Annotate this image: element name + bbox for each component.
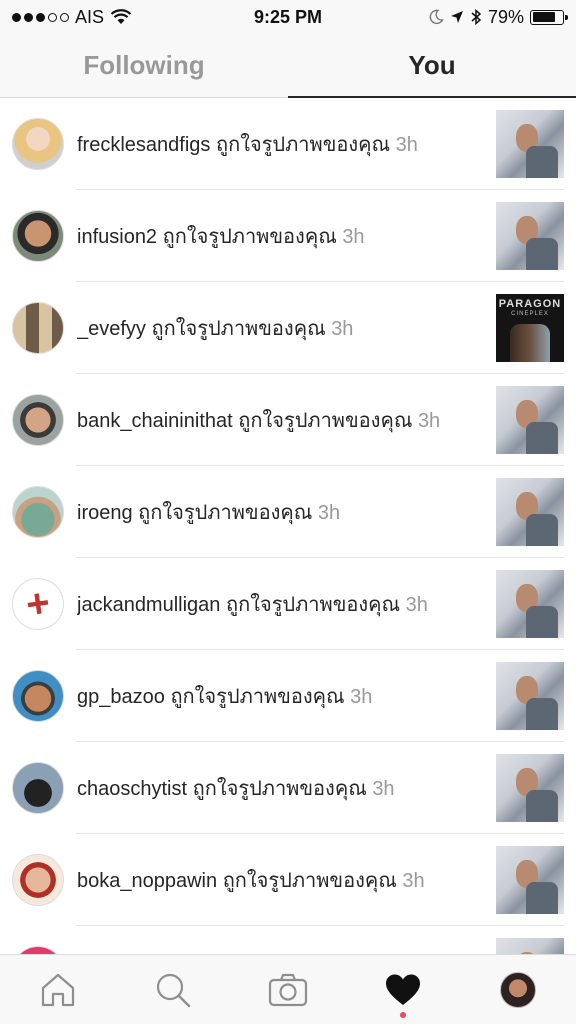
battery-icon <box>530 9 568 25</box>
action-text: ถูกใจรูปภาพของคุณ <box>222 870 397 892</box>
user-avatar[interactable] <box>12 762 64 814</box>
home-icon <box>41 973 74 1006</box>
notification-text: _evefyy ถูกใจรูปภาพของคุณ 3h <box>77 312 496 344</box>
notification-text: bank_chaininithat ถูกใจรูปภาพของคุณ 3h <box>77 404 496 436</box>
activity-indicator-dot <box>400 1011 407 1018</box>
timestamp: 3h <box>395 134 418 156</box>
timestamp: 3h <box>317 502 341 524</box>
action-text: ถูกใจรูปภาพของคุณ <box>151 318 326 340</box>
notification-text: jackandmulligan ถูกใจรูปภาพของคุณ 3h <box>77 588 496 620</box>
notification-row[interactable]: chaoschytist ถูกใจรูปภาพของคุณ 3h <box>0 742 576 834</box>
carrier-name: AIS <box>75 6 105 27</box>
timestamp: 3h <box>342 226 365 248</box>
timestamp: 3h <box>402 870 425 892</box>
bottom-nav <box>0 954 576 1024</box>
username-link[interactable]: iroeng <box>77 502 133 524</box>
tab-you[interactable]: You <box>288 34 576 98</box>
post-thumbnail[interactable] <box>496 754 564 822</box>
search-icon <box>156 973 190 1007</box>
post-thumbnail[interactable] <box>496 938 564 954</box>
plus-logo-icon: + <box>23 580 53 628</box>
timestamp: 3h <box>405 594 428 616</box>
user-avatar[interactable]: + <box>12 578 64 630</box>
notification-text: iroeng ถูกใจรูปภาพของคุณ 3h <box>77 496 496 528</box>
username-link[interactable]: infusion2 <box>77 226 157 248</box>
username-link[interactable]: bank_chaininithat <box>77 410 233 432</box>
notification-text: infusion2 ถูกใจรูปภาพของคุณ 3h <box>77 220 496 252</box>
post-thumbnail[interactable] <box>496 478 564 546</box>
username-link[interactable]: chaoschytist <box>77 778 187 800</box>
notification-row[interactable]: bank_chaininithat ถูกใจรูปภาพของคุณ 3h <box>0 374 576 466</box>
user-avatar[interactable] <box>12 394 64 446</box>
action-text: ถูกใจรูปภาพของคุณ <box>170 686 345 708</box>
timestamp: 3h <box>417 410 441 432</box>
user-avatar[interactable] <box>12 486 64 538</box>
action-text: ถูกใจรูปภาพของคุณ <box>192 778 367 800</box>
user-avatar[interactable] <box>12 854 64 906</box>
action-text: ถูกใจรูปภาพของคุณ <box>225 594 401 616</box>
user-avatar[interactable] <box>12 302 64 354</box>
thumbnail-sign-title: PARAGON <box>498 298 562 310</box>
notification-row[interactable]: _evefyy ถูกใจรูปภาพของคุณ 3h PARAGON CIN… <box>0 282 576 374</box>
user-avatar[interactable] <box>12 210 64 262</box>
user-avatar[interactable] <box>12 670 64 722</box>
thumbnail-sign-subtitle: CINEPLEX <box>511 311 549 317</box>
heart-icon <box>386 974 421 1005</box>
notification-row[interactable]: iroeng ถูกใจรูปภาพของคุณ 3h <box>0 466 576 558</box>
battery-percentage: 79% <box>487 6 524 27</box>
notification-text: boka_noppawin ถูกใจรูปภาพของคุณ 3h <box>77 864 496 896</box>
post-thumbnail[interactable] <box>496 662 564 730</box>
status-left: AIS <box>12 7 132 28</box>
notification-text: frecklesandfigs ถูกใจรูปภาพของคุณ 3h <box>77 128 496 160</box>
nav-search[interactable] <box>143 960 203 1020</box>
nav-activity[interactable] <box>373 960 433 1020</box>
activity-tabs: Following You <box>0 34 576 98</box>
username-link[interactable]: jackandmulligan <box>77 594 220 616</box>
nav-camera[interactable] <box>258 960 318 1020</box>
wifi-icon <box>110 9 132 24</box>
post-thumbnail[interactable] <box>496 110 564 178</box>
username-link[interactable]: frecklesandfigs <box>77 134 210 156</box>
username-link[interactable]: _evefyy <box>77 318 146 340</box>
timestamp: 3h <box>350 686 373 708</box>
tab-following[interactable]: Following <box>0 34 288 97</box>
notification-text: gp_bazoo ถูกใจรูปภาพของคุณ 3h <box>77 680 496 712</box>
notification-row[interactable]: boka_noppawin ถูกใจรูปภาพของคุณ 3h <box>0 834 576 926</box>
timestamp: 3h <box>331 318 354 340</box>
notification-list[interactable]: frecklesandfigs ถูกใจรูปภาพของคุณ 3h inf… <box>0 98 576 954</box>
user-avatar[interactable] <box>12 118 64 170</box>
action-text: ถูกใจรูปภาพของคุณ <box>138 502 313 524</box>
notification-row[interactable]: frecklesandfigs ถูกใจรูปภาพของคุณ 3h <box>0 98 576 190</box>
timestamp: 3h <box>372 778 395 800</box>
notification-row[interactable]: infusion2 ถูกใจรูปภาพของคุณ 3h <box>0 190 576 282</box>
post-thumbnail[interactable] <box>496 202 564 270</box>
notification-row-partial[interactable] <box>0 926 576 954</box>
nav-home[interactable] <box>28 960 88 1020</box>
camera-icon <box>268 973 308 1006</box>
notification-row[interactable]: gp_bazoo ถูกใจรูปภาพของคุณ 3h <box>0 650 576 742</box>
user-avatar[interactable] <box>12 946 64 954</box>
bluetooth-icon <box>471 8 482 26</box>
username-link[interactable]: boka_noppawin <box>77 870 217 892</box>
battery-level <box>532 12 556 22</box>
status-bar: AIS 9:25 PM 79% <box>0 0 576 34</box>
status-right: 79% <box>428 6 568 28</box>
username-link[interactable]: gp_bazoo <box>77 686 165 708</box>
post-thumbnail[interactable] <box>496 570 564 638</box>
action-text: ถูกใจรูปภาพของคุณ <box>215 134 391 156</box>
action-text: ถูกใจรูปภาพของคุณ <box>162 226 337 248</box>
action-text: ถูกใจรูปภาพของคุณ <box>238 410 413 432</box>
moon-icon <box>429 9 444 25</box>
post-thumbnail[interactable] <box>496 846 564 914</box>
thumbnail-people <box>510 324 550 362</box>
signal-strength-icon <box>12 12 69 22</box>
notification-text: chaoschytist ถูกใจรูปภาพของคุณ 3h <box>77 772 496 804</box>
post-thumbnail[interactable] <box>496 386 564 454</box>
post-thumbnail[interactable]: PARAGON CINEPLEX <box>496 294 564 362</box>
profile-avatar <box>500 971 537 1008</box>
location-arrow-icon <box>450 11 463 23</box>
notification-row[interactable]: + jackandmulligan ถูกใจรูปภาพของคุณ 3h <box>0 558 576 650</box>
nav-profile[interactable] <box>488 960 548 1020</box>
